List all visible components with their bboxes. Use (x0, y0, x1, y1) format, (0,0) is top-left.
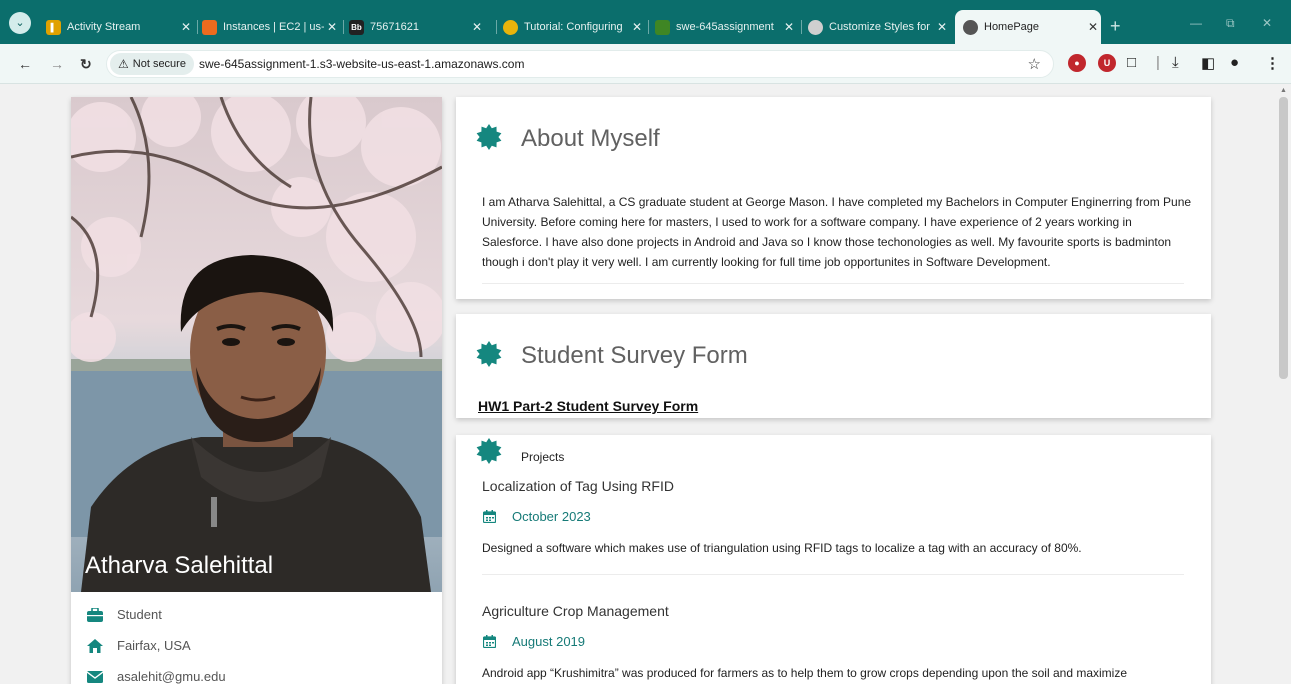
browser-toolbar: ← → ↻ ⚠ Not secure swe-645assignment-1.s… (0, 44, 1291, 84)
role-text: Student (117, 607, 162, 622)
aws-favicon-icon (202, 19, 217, 35)
survey-form-link[interactable]: HW1 Part-2 Student Survey Form (478, 398, 698, 414)
divider (482, 574, 1184, 575)
address-bar[interactable]: ⚠ Not secure swe-645assignment-1.s3-webs… (106, 50, 1054, 78)
project-description: Designed a software which makes use of t… (482, 541, 1082, 555)
side-panel-icon[interactable]: ◧ (1201, 54, 1215, 72)
close-tab-icon[interactable]: ✕ (469, 20, 485, 34)
tab-tutorial[interactable]: Tutorial: Configuring ✕ (503, 14, 645, 40)
tab-instances-ec2[interactable]: Instances | EC2 | us-e ✕ (202, 14, 340, 40)
bookmark-star-icon[interactable]: ☆ (1028, 55, 1041, 73)
ublock-extension-icon[interactable]: ● (1068, 54, 1086, 72)
globe-favicon-icon (808, 19, 823, 35)
ublock-origin-extension-icon[interactable]: U (1098, 54, 1116, 72)
tab-separator (343, 20, 344, 34)
info-location: Fairfax, USA (87, 638, 191, 653)
tab-separator (801, 20, 802, 34)
tab-separator (197, 20, 198, 34)
calendar-icon (483, 510, 496, 523)
certificate-badge-icon (476, 124, 502, 150)
toolbar-divider: | (1156, 54, 1160, 71)
tab-bar: ⌄ ▌ Activity Stream ✕ Instances | EC2 | … (0, 0, 1291, 44)
forward-icon[interactable]: → (50, 56, 64, 72)
bars-favicon-icon: ▌ (46, 19, 61, 35)
blackboard-favicon-icon: Bb (349, 19, 364, 35)
project-date: August 2019 (483, 634, 585, 649)
scrollbar-thumb[interactable] (1279, 97, 1288, 379)
close-tab-icon[interactable]: ✕ (1085, 20, 1101, 34)
project-date: October 2023 (483, 509, 591, 524)
tutorial-favicon-icon (503, 19, 518, 35)
certificate-badge-icon (476, 438, 502, 464)
tab-title: Tutorial: Configuring (524, 21, 623, 33)
scroll-up-arrow-icon[interactable]: ▲ (1280, 87, 1287, 94)
about-card: About Myself I am Atharva Salehittal, a … (456, 97, 1211, 299)
tab-title: Customize Styles for (829, 21, 930, 33)
globe-favicon-icon (963, 19, 978, 35)
close-tab-icon[interactable]: ✕ (934, 20, 950, 34)
security-label: Not secure (132, 58, 186, 70)
close-window-icon[interactable]: ✕ (1262, 16, 1272, 30)
minimize-icon[interactable]: — (1190, 16, 1202, 30)
url-text[interactable]: swe-645assignment-1.s3-website-us-east-1… (199, 57, 524, 71)
location-text: Fairfax, USA (117, 638, 191, 653)
email-text: asalehit@gmu.edu (117, 669, 226, 684)
about-heading: About Myself (521, 125, 660, 152)
projects-heading: Projects (521, 450, 565, 464)
close-tab-icon[interactable]: ✕ (629, 20, 645, 34)
tab-separator (648, 20, 649, 34)
warning-icon: ⚠ (118, 57, 129, 71)
tab-title: HomePage (984, 21, 1040, 33)
projects-card: Projects Localization of Tag Using RFID … (456, 435, 1211, 684)
profile-card: Atharva Salehittal Student Fairfax, USA … (71, 97, 442, 684)
download-icon[interactable]: ⤓ (1172, 54, 1179, 71)
profile-avatar-icon[interactable]: ● (1230, 54, 1239, 71)
tab-separator (496, 20, 497, 34)
vertical-scrollbar[interactable]: ▲ (1276, 85, 1291, 684)
tab-title: 75671621 (370, 21, 419, 33)
reload-icon[interactable]: ↻ (80, 56, 92, 73)
divider (482, 283, 1184, 284)
home-icon (87, 638, 103, 653)
restore-icon[interactable]: ⧉ (1226, 16, 1235, 31)
page-content: Atharva Salehittal Student Fairfax, USA … (0, 85, 1276, 684)
new-tab-icon[interactable]: + (1110, 16, 1121, 37)
project-date-text: August 2019 (512, 634, 586, 649)
about-text: I am Atharva Salehittal, a CS graduate s… (482, 195, 1192, 269)
info-role: Student (87, 607, 162, 622)
briefcase-icon (87, 607, 103, 622)
s3-favicon-icon (655, 19, 670, 35)
project-date-text: October 2023 (512, 509, 591, 524)
back-icon[interactable]: ← (18, 56, 32, 72)
envelope-icon (87, 670, 103, 683)
tab-title: Instances | EC2 | us-e (223, 21, 324, 33)
tab-title: Activity Stream (67, 21, 141, 33)
project-description: Android app “Krushimitra” was produced f… (482, 666, 1127, 680)
tab-customize-styles[interactable]: Customize Styles for ✕ (808, 14, 950, 40)
close-tab-icon[interactable]: ✕ (324, 20, 340, 34)
tab-activity-stream[interactable]: ▌ Activity Stream ✕ (46, 14, 194, 40)
tab-title: swe-645assignment (676, 21, 774, 33)
tab-search-button[interactable]: ⌄ (9, 12, 31, 34)
close-tab-icon[interactable]: ✕ (178, 20, 194, 34)
info-email: asalehit@gmu.edu (87, 669, 226, 684)
project-title: Agriculture Crop Management (482, 603, 669, 619)
tab-s3-bucket[interactable]: swe-645assignment ✕ (655, 14, 797, 40)
calendar-icon (483, 635, 496, 648)
profile-name: Atharva Salehittal (85, 552, 274, 579)
project-title: Localization of Tag Using RFID (482, 478, 674, 494)
tab-homepage[interactable]: HomePage ✕ (955, 10, 1101, 44)
survey-heading: Student Survey Form (521, 342, 748, 369)
extensions-puzzle-icon[interactable]: □ (1127, 54, 1136, 71)
close-tab-icon[interactable]: ✕ (781, 20, 797, 34)
menu-kebab-icon[interactable]: ⋮ (1265, 54, 1280, 72)
profile-photo: Atharva Salehittal (71, 97, 442, 592)
certificate-badge-icon (476, 341, 502, 367)
survey-card: Student Survey Form HW1 Part-2 Student S… (456, 314, 1211, 418)
tab-blackboard[interactable]: Bb 75671621 ✕ (349, 14, 485, 40)
profile-photo-illustration (71, 97, 442, 592)
security-chip[interactable]: ⚠ Not secure (110, 53, 194, 75)
